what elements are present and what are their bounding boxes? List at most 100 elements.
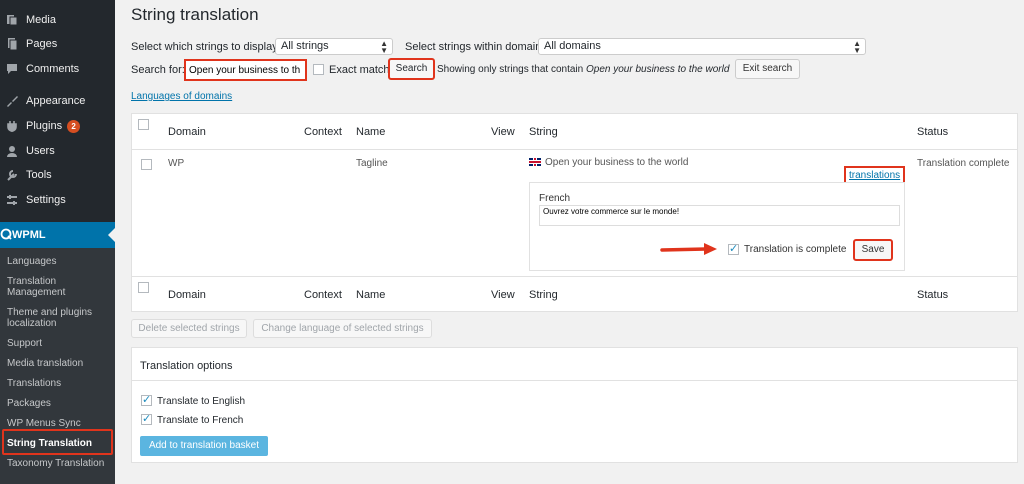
row-name: Tagline	[356, 158, 388, 169]
sidebar-item-plugins[interactable]: Plugins 2	[0, 115, 115, 137]
select-arrows-icon: ▲ ▼	[380, 39, 388, 55]
showing-query: Open your business to the world	[585, 64, 730, 75]
sidebar-item-label: WPML	[12, 229, 46, 241]
header-string[interactable]: String	[529, 126, 558, 138]
sidebar-item-appearance[interactable]: Appearance	[0, 90, 115, 112]
sidebar-item-tools[interactable]: Tools	[0, 164, 115, 186]
active-menu-arrow	[108, 228, 115, 242]
translation-language-label: French	[539, 193, 571, 204]
sidebar-item-settings[interactable]: Settings	[0, 189, 115, 211]
translate-french-label: Translate to French	[157, 415, 244, 426]
users-icon	[6, 145, 18, 157]
add-to-basket-button[interactable]: Add to translation basket	[140, 436, 268, 456]
sidebar-item-users[interactable]: Users	[0, 140, 115, 162]
translation-complete-label: Translation is complete	[744, 244, 847, 255]
sidebar-item-comments[interactable]: Comments	[0, 58, 115, 80]
sidebar-item-label: Media	[26, 14, 56, 26]
submenu-item-translation-management[interactable]: Translation Management	[7, 276, 111, 298]
settings-icon	[6, 194, 18, 206]
exact-match-checkbox[interactable]	[313, 64, 324, 75]
submenu-item-packages[interactable]: Packages	[7, 398, 111, 409]
select-arrows-icon: ▲ ▼	[853, 39, 861, 55]
select-all-checkbox[interactable]	[138, 119, 149, 130]
main-content: String translation Select which strings …	[115, 0, 1024, 484]
exact-match-label: Exact match	[329, 64, 390, 76]
strings-display-select[interactable]: All strings ▲ ▼	[275, 38, 393, 55]
translation-options-panel: Translation options Translate to English…	[131, 347, 1018, 463]
footer-domain[interactable]: Domain	[168, 289, 206, 301]
header-context[interactable]: Context	[304, 126, 342, 138]
delete-selected-button[interactable]: Delete selected strings	[131, 319, 247, 338]
search-input[interactable]	[184, 59, 307, 81]
domain-select-value: All domains	[544, 40, 601, 52]
footer-string[interactable]: String	[529, 289, 558, 301]
header-name[interactable]: Name	[356, 126, 385, 138]
showing-prefix: Showing only strings that contain	[437, 64, 584, 75]
sidebar-item-pages[interactable]: Pages	[0, 33, 115, 55]
row-string-text: Open your business to the world	[545, 157, 689, 168]
options-divider	[132, 380, 1017, 381]
filter-domain-label: Select strings within domain:	[405, 41, 545, 53]
header-domain[interactable]: Domain	[168, 126, 206, 138]
comments-icon	[6, 63, 18, 75]
row-checkbox[interactable]	[141, 159, 152, 170]
search-button[interactable]: Search	[388, 58, 435, 80]
submenu-item-theme-plugins-localization[interactable]: Theme and plugins localization	[7, 307, 111, 329]
submenu-item-media-translation[interactable]: Media translation	[7, 358, 111, 369]
submenu-item-support[interactable]: Support	[7, 338, 111, 349]
update-count-badge: 2	[67, 119, 81, 133]
footer-view: View	[491, 289, 515, 301]
search-label: Search for:	[131, 64, 185, 76]
footer-status: Status	[917, 289, 949, 301]
footer-context[interactable]: Context	[304, 289, 342, 301]
sidebar-item-media[interactable]: Media	[0, 9, 115, 31]
pages-icon	[6, 38, 18, 50]
strings-table: Domain Context Name View String Status W…	[131, 113, 1018, 312]
header-divider	[132, 149, 1017, 150]
footer-name[interactable]: Name	[356, 289, 385, 301]
translation-complete-checkbox[interactable]	[728, 242, 739, 255]
row-string: Open your business to the world	[529, 157, 688, 168]
tools-icon	[6, 169, 18, 181]
uk-flag-icon	[529, 158, 541, 167]
pointer-arrow-icon	[660, 242, 718, 259]
exit-search-button[interactable]: Exit search	[735, 59, 800, 79]
sidebar-item-label: Plugins	[26, 120, 63, 132]
highlight-box	[2, 429, 113, 455]
appearance-icon	[6, 95, 18, 107]
translation-textarea[interactable]: Ouvrez votre commerce sur le monde!	[539, 205, 900, 226]
change-language-button[interactable]: Change language of selected strings	[253, 319, 432, 338]
search-status-text: Showing only strings that contain Open y…	[437, 64, 729, 75]
plugins-icon	[6, 120, 18, 132]
row-status: Translation complete	[917, 158, 1010, 169]
sidebar-item-label: Appearance	[26, 95, 86, 107]
filter-display-label: Select which strings to display:	[131, 41, 281, 53]
row-domain: WP	[168, 158, 185, 169]
sidebar-item-wpml[interactable]: WPML	[0, 222, 115, 248]
submenu-item-taxonomy-translation[interactable]: Taxonomy Translation	[7, 458, 111, 469]
submenu-item-translations[interactable]: Translations	[7, 378, 111, 389]
submenu-item-wp-menus-sync[interactable]: WP Menus Sync	[7, 418, 111, 429]
sidebar-item-label: Users	[26, 145, 55, 157]
domain-select[interactable]: All domains ▲ ▼	[538, 38, 866, 55]
header-view: View	[491, 126, 515, 138]
header-status: Status	[917, 126, 949, 138]
footer-divider	[132, 276, 1017, 277]
translation-options-title: Translation options	[140, 360, 233, 372]
translate-english-label: Translate to English	[157, 396, 246, 407]
sidebar-item-label: Comments	[26, 63, 80, 75]
select-all-checkbox-footer[interactable]	[138, 282, 149, 293]
page-title: String translation	[131, 5, 259, 24]
sidebar-item-label: Pages	[26, 38, 58, 50]
sidebar-item-label: Tools	[26, 169, 52, 181]
submenu-item-languages[interactable]: Languages	[7, 256, 111, 267]
wpml-logo-icon	[0, 228, 12, 243]
save-translation-button[interactable]: Save	[853, 239, 893, 261]
sidebar-item-label: Settings	[26, 194, 66, 206]
media-icon	[6, 14, 18, 26]
translate-french-checkbox[interactable]	[141, 412, 152, 425]
languages-of-domains-link[interactable]: Languages of domains	[131, 91, 232, 102]
search-field[interactable]	[186, 61, 304, 79]
strings-display-value: All strings	[281, 40, 329, 52]
translate-english-checkbox[interactable]	[141, 393, 152, 406]
